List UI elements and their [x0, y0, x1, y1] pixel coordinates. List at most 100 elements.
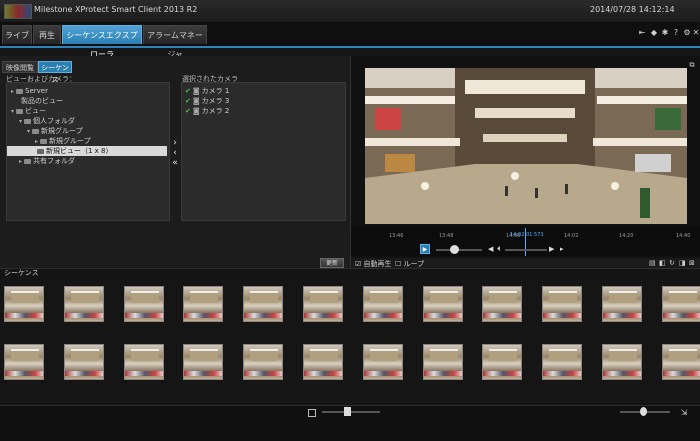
add-camera-button[interactable]: › — [170, 138, 180, 148]
sequence-thumbnail[interactable] — [303, 344, 343, 380]
check-icon: ✔ — [185, 107, 191, 115]
tree-item-server[interactable]: ▸ Server — [11, 86, 48, 96]
selected-cameras-list: ✔ ◙ カメラ 1 ✔ ◙ カメラ 3 ✔ ◙ カメラ 2 — [181, 82, 346, 221]
sequence-thumbnail[interactable] — [661, 344, 700, 380]
folder-icon — [24, 158, 32, 164]
sequence-thumbnail[interactable] — [183, 286, 224, 322]
interval-slider-knob[interactable] — [344, 407, 351, 416]
folder-icon — [24, 118, 32, 124]
sequence-thumbnail[interactable] — [183, 344, 224, 380]
export-icon[interactable]: ⇲ — [680, 409, 688, 417]
first-page-icon[interactable]: ▤ — [649, 259, 656, 267]
clock-readout: 2014/07/28 14:12:14 — [590, 5, 675, 14]
maximize-icon[interactable]: ⧉ — [688, 61, 696, 69]
camera-item[interactable]: ✔ ◙ カメラ 3 — [185, 96, 229, 106]
remove-all-button[interactable]: « — [170, 158, 180, 168]
update-button[interactable]: 更新 — [320, 258, 344, 268]
sequence-thumbnail[interactable] — [4, 344, 44, 380]
camera-preview-image — [365, 68, 687, 224]
tab-live[interactable]: ライブ — [2, 25, 32, 44]
tree-item-new-group[interactable]: ▾ 新規グループ — [27, 126, 83, 136]
speed-slider-track[interactable] — [436, 249, 482, 251]
camera-icon: ◙ — [192, 97, 200, 105]
current-time-readout: 14:02:01.573 — [510, 232, 544, 238]
zoom-slider-knob[interactable] — [640, 407, 647, 416]
prev-page-icon[interactable]: ◧ — [659, 259, 666, 267]
speed-slider-knob[interactable] — [450, 245, 459, 254]
next-page-icon[interactable]: ◨ — [679, 259, 686, 267]
sequence-thumbnail[interactable] — [123, 344, 164, 380]
chevron-right-icon: ▸ — [19, 158, 23, 165]
checkbox-checked-icon: ☑ — [355, 260, 362, 268]
sequence-thumbnail[interactable] — [542, 286, 583, 322]
help-icon[interactable]: ? — [672, 29, 680, 37]
sequence-thumbnail[interactable] — [542, 344, 583, 380]
checkbox-unchecked-icon: ☐ — [395, 260, 402, 268]
tab-playback[interactable]: 再生 — [33, 25, 61, 44]
mall-scene-image — [365, 68, 687, 224]
remove-camera-button[interactable]: ‹ — [170, 148, 180, 158]
arrow-icon[interactable]: ⇤ — [638, 29, 646, 37]
sequence-thumbnail[interactable] — [303, 286, 343, 322]
sequence-thumbnail[interactable] — [482, 286, 523, 322]
check-icon: ✔ — [185, 97, 191, 105]
sequence-thumbnail[interactable] — [602, 286, 642, 322]
sequence-thumbnail[interactable] — [243, 344, 284, 380]
sequence-thumbnail[interactable] — [63, 344, 104, 380]
timeline-tick: 14:20 — [619, 233, 634, 239]
camera-icon: ◙ — [192, 87, 200, 95]
grid-size-icon[interactable] — [308, 409, 316, 417]
sequence-thumbnail[interactable] — [661, 286, 700, 322]
sequence-thumbnail[interactable] — [362, 286, 403, 322]
tree-item-shared-folder[interactable]: ▸ 共有フォルダ — [19, 156, 75, 166]
sequence-thumbnail[interactable] — [123, 286, 164, 322]
tab-sequence-explorer[interactable]: シーケンスエクスプローラ — [62, 25, 142, 59]
chevron-down-icon: ▾ — [19, 118, 23, 125]
sequence-thumbnail[interactable] — [602, 344, 642, 380]
subtab-browse[interactable]: 映像閲覧 — [2, 61, 38, 73]
play-mode-button[interactable]: ▶ — [420, 244, 430, 254]
timeline-tick: 13:48 — [439, 233, 454, 239]
last-page-icon[interactable]: ⊠ — [689, 259, 695, 267]
camera-item[interactable]: ✔ ◙ カメラ 1 — [185, 86, 229, 96]
interval-slider-track[interactable] — [322, 411, 380, 413]
main-tab-bar: ライブ 再生 シーケンスエクスプローラ アラームマネージャ ⇤ ◆ ✱ ? ⚙ … — [0, 22, 700, 59]
sequence-thumbnail[interactable] — [63, 286, 104, 322]
sequence-thumbnail[interactable] — [422, 286, 463, 322]
camera-item[interactable]: ✔ ◙ カメラ 2 — [185, 106, 229, 116]
tree-item-views[interactable]: ▾ ビュー — [11, 106, 46, 116]
tab-alarm-manager[interactable]: アラームマネージャ — [143, 25, 207, 59]
tree-item-new-view[interactable]: 新規ビュー（1 x 8） — [7, 146, 167, 156]
gear-icon[interactable]: ✱ — [661, 29, 669, 37]
camera-icon: ◙ — [192, 107, 200, 115]
tree-item-private-folder[interactable]: ▾ 個人フォルダ — [19, 116, 75, 126]
subtab-sequence[interactable]: シーケンス — [38, 61, 72, 84]
app-logo — [4, 4, 32, 19]
sequence-thumbnail[interactable] — [482, 344, 523, 380]
settings-icon[interactable]: ⚙ — [683, 29, 691, 37]
signal-icon[interactable]: ◆ — [650, 29, 658, 37]
sequence-thumbnails — [0, 278, 700, 405]
sequence-thumbnail[interactable] — [422, 344, 463, 380]
close-icon[interactable]: ✕ — [692, 29, 700, 37]
timeline-tick: 14:40 — [676, 233, 691, 239]
sequence-header — [0, 268, 700, 278]
check-icon: ✔ — [185, 87, 191, 95]
step-forward-icon[interactable]: ▸ — [560, 245, 564, 253]
play-forward-icon[interactable]: ▶ — [549, 245, 554, 253]
sequence-thumbnail[interactable] — [4, 286, 44, 322]
server-icon — [16, 88, 24, 94]
skip-back-icon[interactable]: ⏴ — [497, 245, 501, 254]
refresh-icon[interactable]: ↻ — [669, 259, 675, 267]
step-back-icon[interactable]: ◀ — [488, 245, 493, 253]
tree-item-product-view[interactable]: 製品のビュー — [21, 96, 63, 106]
folder-icon — [32, 128, 40, 134]
sequence-label: シーケンス — [4, 269, 39, 277]
tree-item-new-subgroup[interactable]: ▸ 新規グループ — [35, 136, 91, 146]
sequence-thumbnail[interactable] — [362, 344, 403, 380]
sequence-thumbnail[interactable] — [243, 286, 284, 322]
jog-slider[interactable] — [505, 249, 547, 251]
chevron-right-icon: ▸ — [11, 88, 15, 95]
timeline-tick: 13:46 — [389, 233, 404, 239]
chevron-down-icon: ▾ — [11, 108, 15, 115]
